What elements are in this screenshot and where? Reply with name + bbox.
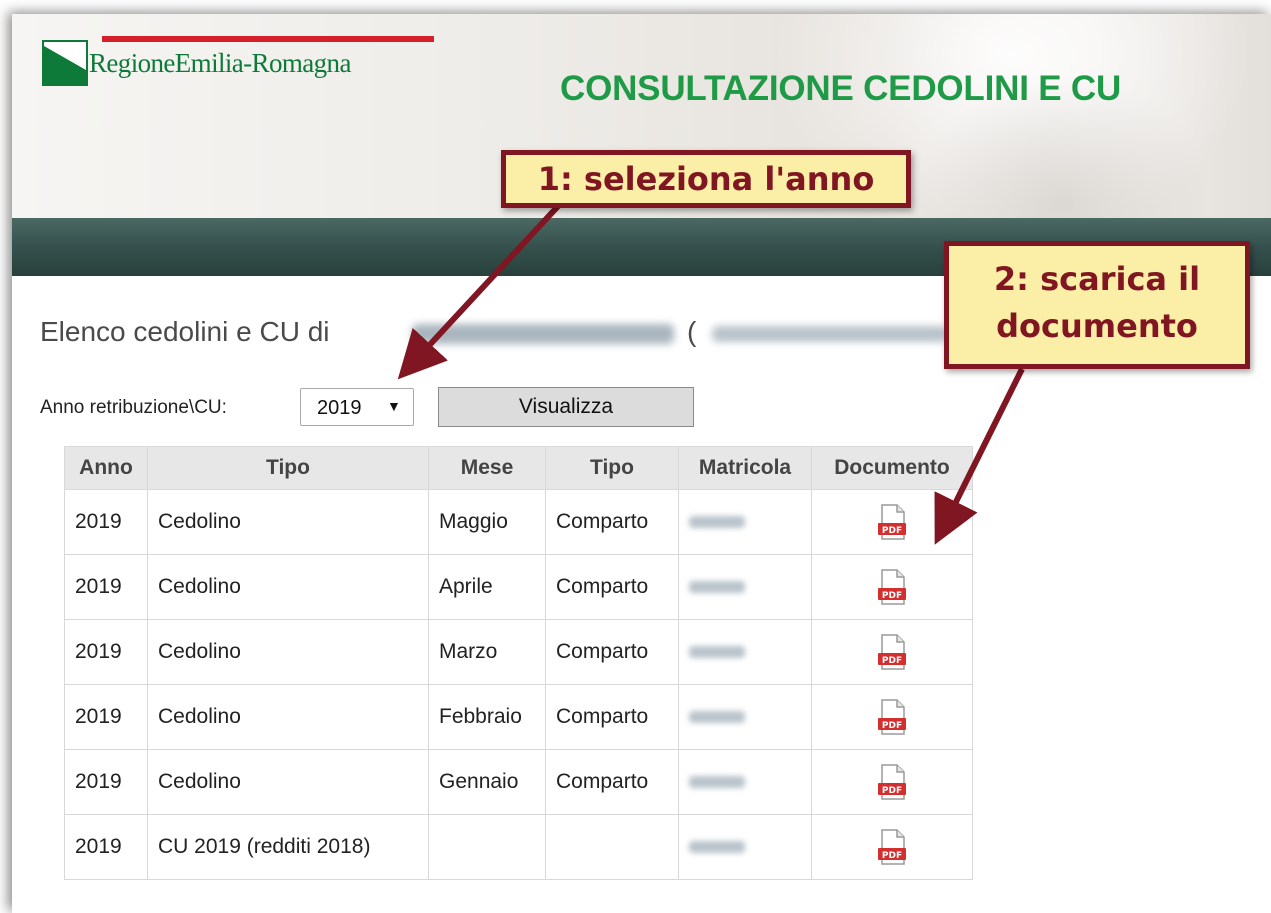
callout-download-line1: 2: scarica il bbox=[993, 260, 1201, 298]
arrow-to-year-select bbox=[397, 201, 563, 380]
page-frame: RegioneEmilia-Romagna CONSULTAZIONE CEDO… bbox=[12, 14, 1271, 913]
annotation-arrows bbox=[397, 201, 1025, 545]
arrow-to-pdf bbox=[934, 367, 1025, 545]
callout-download-line2: documento bbox=[996, 307, 1198, 345]
callout-select-year: 1: seleziona l'anno bbox=[501, 150, 911, 208]
callout-download-document: 2: scarica il documento bbox=[944, 241, 1250, 369]
